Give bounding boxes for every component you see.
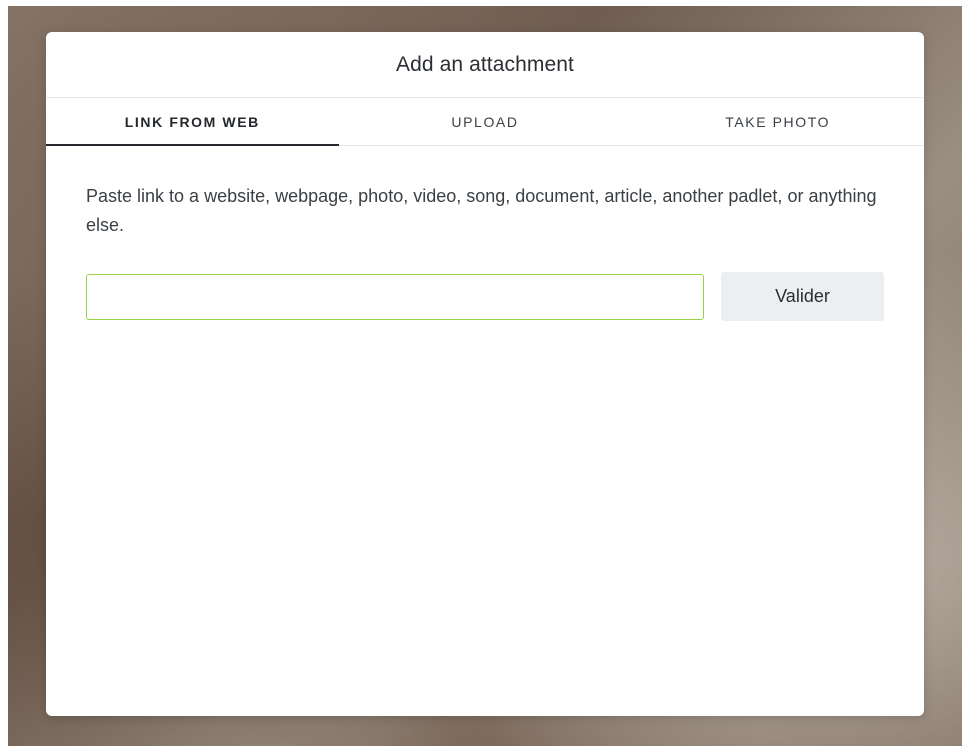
validate-button[interactable]: Valider: [721, 272, 884, 321]
tab-link-from-web[interactable]: LINK FROM WEB: [46, 98, 339, 146]
instructions-text: Paste link to a website, webpage, photo,…: [86, 186, 877, 235]
link-panel: Paste link to a website, webpage, photo,…: [46, 146, 924, 321]
attachment-tabs: LINK FROM WEB UPLOAD TAKE PHOTO: [46, 98, 924, 146]
tab-upload[interactable]: UPLOAD: [339, 98, 632, 145]
link-row: Valider: [86, 272, 884, 321]
attachment-dialog: Add an attachment LINK FROM WEB UPLOAD T…: [46, 32, 924, 716]
tab-take-photo[interactable]: TAKE PHOTO: [631, 98, 924, 145]
left-edge-strip: [0, 0, 8, 746]
link-url-input[interactable]: [86, 273, 704, 320]
dialog-header: Add an attachment: [46, 32, 924, 98]
dialog-title: Add an attachment: [396, 52, 574, 76]
